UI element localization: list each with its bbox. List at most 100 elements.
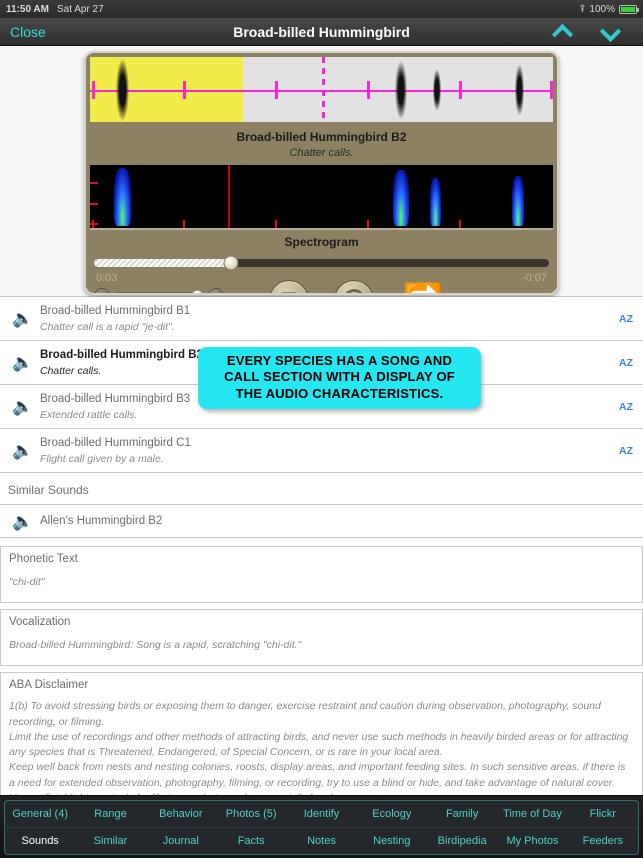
- waveform-display[interactable]: [90, 57, 553, 122]
- sound-row-desc: Flight call given by a male.: [40, 452, 164, 465]
- vocalization-title: Vocalization: [9, 616, 71, 629]
- tab-photos[interactable]: Photos (5): [216, 808, 286, 820]
- volume-plus-icon[interactable]: +: [208, 288, 224, 293]
- az-link[interactable]: AZ: [619, 401, 633, 413]
- tab-time-of-day[interactable]: Time of Day: [497, 808, 567, 820]
- stop-button[interactable]: [269, 280, 309, 293]
- callout-line: EVERY SPECIES HAS A SONG AND: [226, 353, 453, 368]
- tab-ecology[interactable]: Ecology: [357, 808, 427, 820]
- sound-row-texts: Broad-billed Hummingbird B1 Chatter call…: [40, 305, 619, 333]
- player-sound-title: Broad-billed Hummingbird B2: [236, 130, 407, 144]
- volume-slider[interactable]: [115, 289, 204, 293]
- phonetic-text-body: "chi-dit": [9, 576, 45, 588]
- battery-percent-label: 100%: [589, 3, 615, 15]
- spectrogram-energy-band: [393, 170, 409, 226]
- speaker-icon[interactable]: 🔈: [12, 513, 40, 530]
- speaker-icon[interactable]: 🔈: [12, 442, 40, 459]
- speaker-icon[interactable]: 🔈: [12, 354, 40, 371]
- tab-flickr[interactable]: Flickr: [568, 808, 638, 820]
- az-link[interactable]: AZ: [619, 313, 633, 325]
- spectrogram-tick: [183, 220, 185, 228]
- sound-row-title: Broad-billed Hummingbird C1: [40, 436, 191, 449]
- volume-slider-knob[interactable]: [191, 289, 204, 293]
- az-link[interactable]: AZ: [619, 445, 633, 457]
- tab-journal[interactable]: Journal: [146, 835, 216, 847]
- waveform-tick: [183, 80, 186, 99]
- spectrogram-tick: [92, 220, 94, 228]
- loop-repeat-icon[interactable]: 🔁: [401, 284, 445, 293]
- playback-slider-knob[interactable]: [223, 255, 238, 271]
- spectrogram-tick: [459, 220, 461, 228]
- sound-row-desc: Extended rattle calls.: [40, 408, 138, 421]
- tab-general[interactable]: General (4): [5, 808, 75, 820]
- aba-disclaimer-title: ABA Disclaimer: [9, 679, 89, 692]
- sound-row-title: Broad-billed Hummingbird B1: [40, 304, 191, 317]
- tab-range[interactable]: Range: [75, 808, 145, 820]
- status-time: 11:50 AM: [6, 3, 49, 15]
- speaker-icon[interactable]: 🔈: [12, 398, 40, 415]
- chevron-down-icon[interactable]: [601, 26, 619, 37]
- playback-progress-row: [94, 255, 549, 271]
- sound-row-b1[interactable]: 🔈 Broad-billed Hummingbird B1 Chatter ca…: [0, 297, 643, 341]
- tab-family[interactable]: Family: [427, 808, 497, 820]
- spectrogram-energy-band: [512, 176, 524, 226]
- close-button[interactable]: Close: [0, 24, 46, 40]
- tab-sounds[interactable]: Sounds: [5, 835, 75, 847]
- tab-birdipedia[interactable]: Birdipedia: [427, 835, 497, 847]
- navigation-bar: Close Broad-billed Hummingbird: [0, 18, 643, 46]
- content-scroll-area: Broad-billed Hummingbird B2 Chatter call…: [0, 46, 643, 819]
- aba-disclaimer-line: 1(b) To avoid stressing birds or exposin…: [9, 700, 601, 728]
- waveform-tick: [459, 80, 462, 99]
- spectrogram-display[interactable]: [90, 165, 553, 230]
- spectrogram-playhead[interactable]: [228, 165, 230, 228]
- playback-slider-fill: [94, 259, 231, 267]
- speaker-icon[interactable]: 🔈: [12, 310, 40, 327]
- tab-facts[interactable]: Facts: [216, 835, 286, 847]
- waveform-playhead[interactable]: [322, 57, 325, 122]
- az-link[interactable]: AZ: [619, 357, 633, 369]
- tab-my-photos[interactable]: My Photos: [497, 835, 567, 847]
- annotation-callout: EVERY SPECIES HAS A SONG AND CALL SECTIO…: [198, 347, 481, 409]
- tab-nesting[interactable]: Nesting: [357, 835, 427, 847]
- player-sound-subtitle: Chatter calls.: [289, 147, 354, 159]
- vocalization-panel: Vocalization Broad-billed Hummingbird: S…: [0, 609, 643, 667]
- bottom-tab-bar: General (4) Range Behavior Photos (5) Id…: [0, 795, 643, 858]
- tab-notes[interactable]: Notes: [286, 835, 356, 847]
- tab-row-1: General (4) Range Behavior Photos (5) Id…: [5, 801, 638, 827]
- battery-icon: [619, 4, 639, 14]
- spectrogram-tick: [275, 220, 277, 228]
- chevron-up-icon[interactable]: [553, 26, 571, 37]
- callout-line: THE AUDIO CHARACTERISTICS.: [235, 385, 444, 401]
- replay-button[interactable]: [334, 280, 374, 293]
- page-title: Broad-billed Hummingbird: [233, 23, 410, 40]
- volume-control-group: − +: [94, 288, 224, 293]
- nav-chevron-group: [553, 26, 643, 37]
- waveform-spike: [116, 58, 129, 121]
- tab-row-2: Sounds Similar Journal Facts Notes Nesti…: [5, 827, 638, 854]
- volume-minus-icon[interactable]: −: [94, 288, 110, 293]
- tab-identify[interactable]: Identify: [286, 808, 356, 820]
- tab-bar-inner: General (4) Range Behavior Photos (5) Id…: [4, 800, 639, 855]
- wifi-icon: ⍒: [579, 3, 586, 15]
- tab-feeders[interactable]: Feeders: [568, 835, 638, 847]
- similar-sound-label: Allen's Hummingbird B2: [40, 515, 163, 527]
- waveform-tick: [92, 80, 95, 99]
- spectrogram-tick: [367, 220, 369, 228]
- similar-sound-item[interactable]: 🔈 Allen's Hummingbird B2: [0, 504, 643, 538]
- waveform-tick: [275, 80, 278, 99]
- transport-controls: − + 🔁: [86, 280, 557, 293]
- similar-sounds-heading: Similar Sounds: [0, 473, 643, 504]
- waveform-spike: [433, 69, 441, 110]
- tab-similar[interactable]: Similar: [75, 835, 145, 847]
- sound-row-desc: Chatter call is a rapid "je-dit".: [40, 320, 175, 333]
- sound-row-texts: Broad-billed Hummingbird C1 Flight call …: [40, 437, 619, 465]
- waveform-tick: [550, 80, 553, 99]
- callout-line: CALL SECTION WITH A DISPLAY OF: [224, 369, 455, 385]
- spectrogram-energy-band: [114, 168, 131, 226]
- status-right-group: ⍒ 100%: [579, 3, 639, 15]
- playback-slider[interactable]: [94, 255, 549, 271]
- tab-behavior[interactable]: Behavior: [146, 808, 216, 820]
- sound-row-c1[interactable]: 🔈 Broad-billed Hummingbird C1 Flight cal…: [0, 429, 643, 473]
- waveform-tick: [367, 80, 370, 99]
- aba-disclaimer-line: Limit the use of recordings and other me…: [9, 730, 629, 759]
